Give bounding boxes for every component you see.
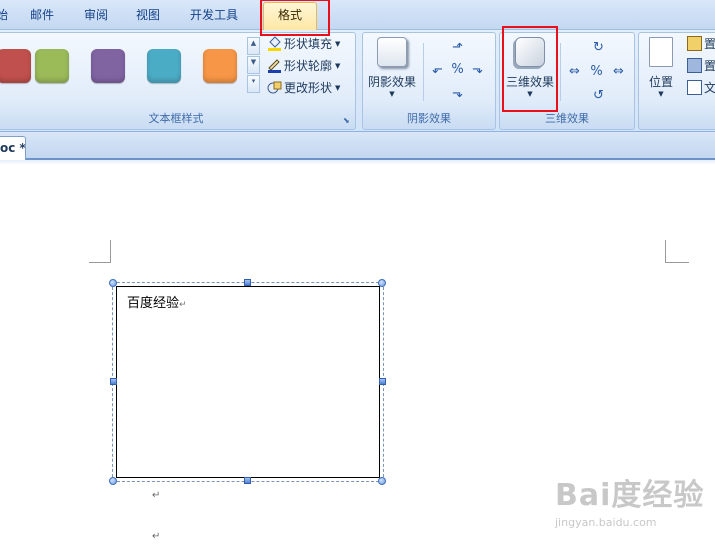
resize-handle-top-right[interactable] bbox=[378, 279, 386, 287]
shape-fill-button[interactable]: 形状填充 ▼ bbox=[267, 35, 340, 53]
document-area-edge bbox=[0, 160, 715, 165]
style-swatch-green[interactable] bbox=[35, 49, 69, 83]
shadow-box-icon bbox=[377, 37, 407, 67]
text-box[interactable] bbox=[116, 286, 380, 478]
nudge-shadow-down-icon[interactable]: ⬎ bbox=[449, 85, 466, 102]
tilt-left-icon[interactable]: ⇔ bbox=[566, 63, 583, 80]
chevron-down-icon: ▼ bbox=[335, 40, 341, 48]
highlight-3d-effects-button bbox=[502, 26, 558, 112]
bring-to-front-button[interactable]: 置 bbox=[687, 35, 715, 53]
tilt-up-icon[interactable]: ↻ bbox=[590, 39, 607, 56]
text-wrapping-button[interactable]: 文 bbox=[687, 79, 715, 97]
highlight-format-tab bbox=[260, 0, 330, 36]
gallery-scroll-down[interactable]: ▼ bbox=[247, 56, 260, 74]
gallery-more[interactable]: ▾ bbox=[247, 75, 260, 93]
resize-handle-left[interactable] bbox=[110, 378, 117, 385]
text-wrap-icon bbox=[687, 80, 702, 95]
position-button[interactable]: 位置 ▼ bbox=[645, 37, 677, 98]
resize-handle-right[interactable] bbox=[379, 378, 386, 385]
ribbon-tab-bar: 始 邮件 审阅 视图 开发工具 格式 bbox=[0, 0, 715, 30]
chevron-down-icon: ▼ bbox=[335, 62, 341, 70]
document-tab[interactable]: oc * bbox=[0, 136, 26, 160]
tilt-right-icon[interactable]: ⇔ bbox=[610, 63, 627, 80]
tab-home[interactable]: 始 bbox=[0, 6, 8, 24]
pencil-icon bbox=[268, 59, 281, 73]
tab-view[interactable]: 视图 bbox=[136, 6, 160, 24]
bring-front-icon bbox=[687, 36, 702, 51]
document-tab-strip: oc * bbox=[0, 132, 715, 160]
group-label-shadow-effects: 阴影效果 bbox=[407, 112, 451, 125]
chevron-down-icon: ▼ bbox=[389, 90, 395, 98]
nudge-shadow-up-icon[interactable]: ⬏ bbox=[449, 39, 466, 56]
nudge-shadow-left-icon[interactable]: ⬐ bbox=[429, 61, 446, 78]
paragraph-mark: ↵ bbox=[152, 490, 161, 501]
resize-handle-bottom-right[interactable] bbox=[378, 477, 386, 485]
watermark-url: jingyan.baidu.com bbox=[555, 516, 657, 529]
watermark-logo: Bai度经验 bbox=[555, 478, 705, 513]
group-textbox-styles: ▲ ▼ ▾ 形状填充 ▼ 形状轮廓 ▼ 更改形状 ▼ 文本框样式 ⬊ bbox=[0, 32, 356, 130]
textbox-text[interactable]: 百度经验↵ bbox=[127, 292, 187, 311]
tab-review[interactable]: 审阅 bbox=[84, 6, 108, 24]
gallery-scroll-up[interactable]: ▲ bbox=[247, 37, 260, 55]
resize-handle-top[interactable] bbox=[244, 279, 251, 286]
group-arrange: 位置 ▼ 置 置 文 bbox=[638, 32, 715, 130]
separator bbox=[423, 43, 424, 101]
send-to-back-button[interactable]: 置 bbox=[687, 57, 715, 75]
shadow-toggle-icon[interactable]: % bbox=[449, 61, 466, 78]
dialog-launcher-icon[interactable]: ⬊ bbox=[343, 116, 352, 125]
crop-mark-top-left bbox=[89, 262, 111, 263]
resize-handle-top-left[interactable] bbox=[109, 279, 117, 287]
style-swatch-purple[interactable] bbox=[91, 49, 125, 83]
paragraph-mark: ↵ bbox=[152, 531, 161, 542]
style-swatch-red[interactable] bbox=[0, 49, 31, 83]
group-label-textbox-styles: 文本框样式 bbox=[148, 112, 204, 125]
tab-developer[interactable]: 开发工具 bbox=[190, 6, 238, 24]
watermark: Bai度经验 jingyan.baidu.com bbox=[555, 470, 710, 538]
resize-handle-bottom-left[interactable] bbox=[109, 477, 117, 485]
resize-handle-bottom[interactable] bbox=[244, 477, 251, 484]
crop-mark-top-left bbox=[110, 240, 111, 262]
group-shadow-effects: 阴影效果 ▼ ⬏ ⬐ % ⬎ ⬎ 阴影效果 bbox=[362, 32, 496, 130]
shape-outline-button[interactable]: 形状轮廓 ▼ bbox=[267, 57, 340, 75]
change-shape-icon bbox=[267, 81, 282, 94]
tilt-down-icon[interactable]: ↺ bbox=[590, 87, 607, 104]
send-back-icon bbox=[687, 58, 702, 73]
change-shape-button[interactable]: 更改形状 ▼ bbox=[267, 79, 340, 97]
tab-mailings[interactable]: 邮件 bbox=[30, 6, 54, 24]
group-label-3d-effects: 三维效果 bbox=[545, 112, 589, 125]
separator bbox=[560, 43, 561, 101]
chevron-down-icon: ▼ bbox=[658, 90, 664, 98]
3d-toggle-icon[interactable]: % bbox=[588, 63, 605, 80]
style-swatch-teal[interactable] bbox=[147, 49, 181, 83]
position-page-icon bbox=[649, 37, 673, 67]
style-swatch-orange[interactable] bbox=[203, 49, 237, 83]
chevron-down-icon: ▼ bbox=[335, 84, 341, 92]
nudge-shadow-right-icon[interactable]: ⬎ bbox=[469, 61, 486, 78]
paint-bucket-icon bbox=[268, 36, 281, 51]
crop-mark-top-right bbox=[665, 240, 666, 262]
ribbon: ▲ ▼ ▾ 形状填充 ▼ 形状轮廓 ▼ 更改形状 ▼ 文本框样式 ⬊ 阴影效果 ▼ ⬏… bbox=[0, 30, 715, 132]
shadow-effects-button[interactable]: 阴影效果 ▼ bbox=[365, 37, 419, 98]
crop-mark-top-right bbox=[665, 262, 689, 263]
